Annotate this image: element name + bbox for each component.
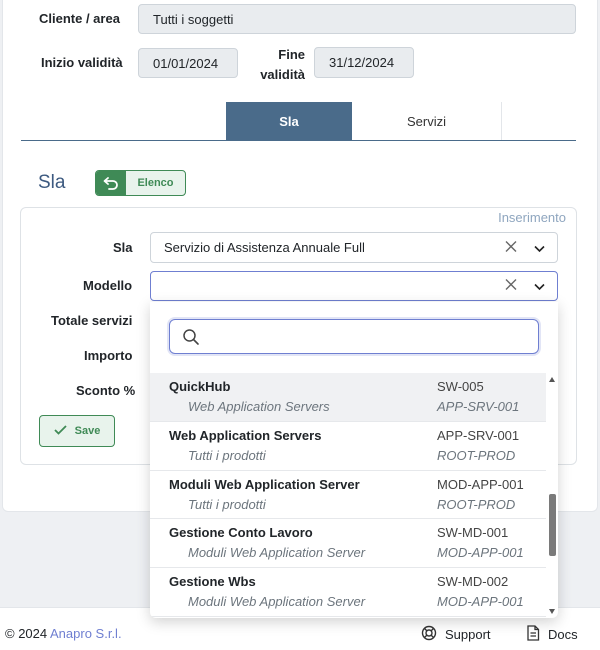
fine-label-line1: Fine — [278, 47, 305, 62]
option-parent-code: ROOT-PROD — [437, 447, 516, 463]
copyright: © 2024 Anapro S.r.l. — [5, 626, 122, 641]
sla-select[interactable]: Servizio di Assistenza Annuale Full — [150, 232, 558, 263]
sla-select-value: Servizio di Assistenza Annuale Full — [164, 240, 365, 255]
sla-label: Sla — [113, 240, 133, 255]
mode-label: Inserimento — [498, 210, 566, 225]
check-icon — [54, 424, 67, 438]
option-name: QuickHub — [169, 379, 231, 394]
cliente-field: Tutti i soggetti — [138, 4, 576, 34]
document-icon — [526, 625, 540, 644]
undo-arrow-icon — [96, 171, 126, 195]
option-parent: Tutti i prodotti — [188, 496, 266, 512]
option-parent: Tutti i prodotti — [188, 447, 266, 463]
inizio-field: 01/01/2024 — [138, 48, 238, 78]
tab-servizi[interactable]: Servizi — [352, 102, 502, 140]
save-button-label: Save — [74, 425, 101, 437]
modello-label: Modello — [83, 278, 133, 293]
option-parent-code: MOD-APP-001 — [437, 594, 524, 610]
support-link[interactable]: Support — [421, 625, 491, 644]
tab-bar: Sla Servizi — [226, 102, 502, 140]
option-code: SW-005 — [437, 379, 484, 394]
search-icon — [182, 328, 200, 349]
dropdown-option[interactable]: QuickHub SW-005 Web Application Servers … — [150, 373, 546, 422]
clear-icon[interactable] — [505, 240, 517, 255]
option-name: Web Application Servers — [169, 427, 322, 443]
dropdown-option[interactable]: Moduli Web Application Server MOD-APP-00… — [150, 471, 546, 520]
support-label: Support — [445, 627, 491, 642]
back-to-list-button[interactable]: Elenco — [95, 170, 186, 196]
sconto-label: Sconto % — [76, 383, 136, 398]
dropdown-option[interactable]: Gestione Wbs SW-MD-002 Moduli Web Applic… — [150, 568, 546, 617]
tab-sla[interactable]: Sla — [226, 102, 352, 140]
option-name: Moduli Web Application Server — [169, 476, 360, 492]
chevron-down-icon[interactable] — [534, 240, 545, 255]
option-parent: Web Application Servers — [188, 399, 330, 414]
back-button-label: Elenco — [137, 177, 174, 189]
option-parent: Moduli Web Application Server — [188, 545, 366, 561]
importo-label: Importo — [84, 348, 133, 363]
dropdown-option[interactable]: Web Application Servers APP-SRV-001 Tutt… — [150, 422, 546, 471]
docs-link[interactable]: Docs — [526, 625, 578, 644]
docs-label: Docs — [548, 627, 578, 642]
scroll-down-arrow-icon[interactable] — [549, 609, 555, 614]
dropdown-option[interactable]: Gestione Conto Lavoro SW-MD-001 Moduli W… — [150, 519, 546, 569]
dropdown-options: QuickHub SW-005 Web Application Servers … — [150, 373, 546, 617]
clear-icon[interactable] — [505, 279, 517, 294]
dropdown-search-input[interactable] — [169, 319, 539, 354]
save-button[interactable]: Save — [39, 415, 115, 447]
modello-dropdown: QuickHub SW-005 Web Application Servers … — [150, 302, 558, 618]
fine-label-line2: validità — [260, 67, 305, 82]
option-code: SW-MD-002 — [437, 574, 509, 590]
option-code: APP-SRV-001 — [437, 427, 520, 443]
option-name: Gestione Conto Lavoro — [169, 525, 313, 541]
company-link[interactable]: Anapro S.r.l. — [50, 626, 122, 641]
lifebuoy-icon — [421, 625, 437, 644]
scrollbar-thumb[interactable] — [549, 494, 556, 556]
modello-select[interactable] — [150, 271, 558, 301]
cliente-label: Cliente / area — [39, 11, 120, 26]
section-title: Sla — [38, 172, 66, 193]
option-name: Gestione Wbs — [169, 574, 256, 590]
tab-divider — [21, 140, 576, 141]
option-code: MOD-APP-001 — [437, 476, 524, 492]
copyright-text: © 2024 — [5, 626, 51, 641]
option-code: SW-MD-001 — [437, 525, 509, 541]
dropdown-scrollbar[interactable] — [546, 373, 558, 618]
option-parent-code: APP-SRV-001 — [437, 399, 520, 414]
inizio-label: Inizio validità — [41, 55, 123, 70]
option-parent: Moduli Web Application Server — [188, 594, 366, 610]
totale-servizi-label: Totale servizi — [51, 313, 133, 328]
option-parent-code: ROOT-PROD — [437, 496, 516, 512]
scroll-up-arrow-icon[interactable] — [549, 377, 555, 382]
option-parent-code: MOD-APP-001 — [437, 545, 524, 561]
fine-field: 31/12/2024 — [314, 47, 414, 78]
fine-label: Fine validità — [260, 45, 305, 85]
chevron-down-icon[interactable] — [534, 279, 545, 294]
